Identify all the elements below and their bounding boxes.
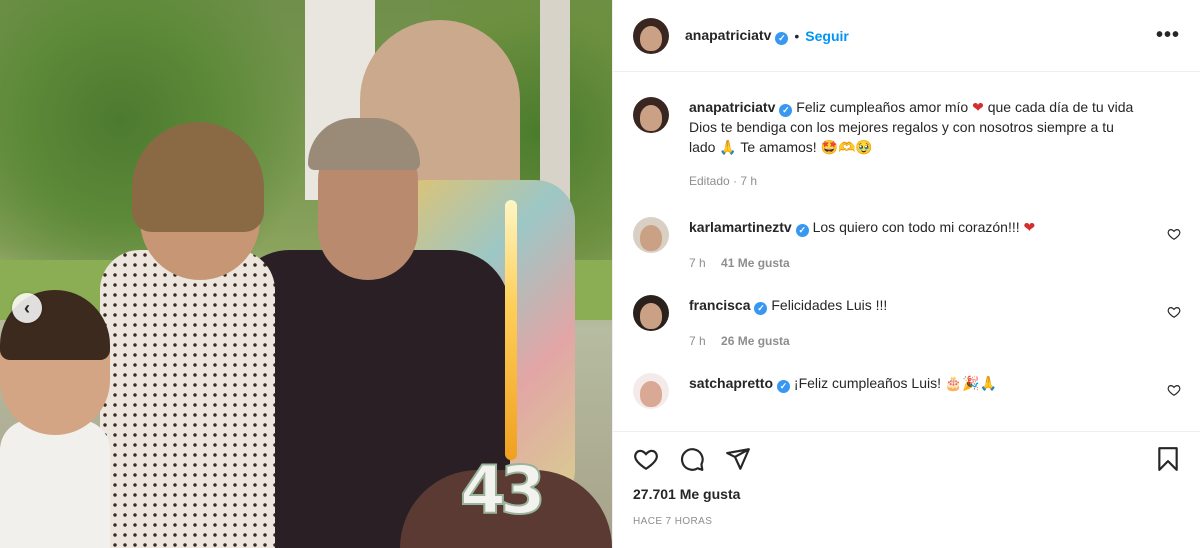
avatar[interactable] xyxy=(633,217,669,253)
comment-emoji: ❤ xyxy=(1023,219,1036,235)
comment-body: satchapretto ✓ ¡Feliz cumpleaños Luis! 🎂🎉… xyxy=(689,373,1181,409)
red-heart-emoji: ❤ xyxy=(972,99,984,115)
avatar[interactable] xyxy=(633,373,669,409)
like-count[interactable]: 27.701 Me gusta xyxy=(633,486,1181,502)
comment-text: ¡Feliz cumpleaños Luis! xyxy=(793,375,941,391)
caption-body: anapatriciatv ✓ Feliz cumpleaños amor mío… xyxy=(689,97,1181,191)
verified-badge-icon: ✓ xyxy=(795,224,809,237)
caption-text: Feliz cumpleaños amor mío xyxy=(796,99,969,115)
verified-badge-icon: ✓ xyxy=(775,31,789,45)
avatar-face xyxy=(640,381,662,407)
previous-photo-button[interactable]: ‹ xyxy=(12,293,42,323)
comment-emoji: 🎂🎉🙏 xyxy=(944,375,998,391)
post-caption: anapatriciatv ✓ Feliz cumpleaños amor mío… xyxy=(633,73,1181,191)
comment-meta: 7 h 41 Me gusta xyxy=(689,253,1141,273)
verified-badge-icon: ✓ xyxy=(777,380,791,393)
username-text: anapatriciatv xyxy=(685,26,772,43)
comment-username[interactable]: karlamartineztv ✓ xyxy=(689,219,809,237)
username-text: anapatriciatv xyxy=(689,99,776,115)
more-options-icon[interactable]: ••• xyxy=(1156,24,1180,47)
post-timestamp[interactable]: HACE 7 HORAS xyxy=(633,516,1181,527)
photo-person xyxy=(0,420,110,548)
comment-likes[interactable]: 26 Me gusta xyxy=(721,334,790,348)
comment-username[interactable]: francisca ✓ xyxy=(689,297,768,315)
photo-sparkler xyxy=(505,200,517,460)
caption-meta: Editado · 7 h xyxy=(689,171,1141,191)
username-text: francisca xyxy=(689,297,751,313)
post-photo[interactable]: 43 xyxy=(0,0,612,548)
separator-dot: • xyxy=(794,27,800,44)
comment-username[interactable]: satchapretto ✓ xyxy=(689,375,791,393)
chevron-left-icon: ‹ xyxy=(24,297,30,318)
comment-item: francisca ✓ Felicidades Luis !!! 7 h 26 M… xyxy=(633,295,1181,351)
comment-meta: 7 h 26 Me gusta xyxy=(689,331,1141,351)
comment-item: karlamartineztv ✓ Los quiero con todo mi … xyxy=(633,217,1181,273)
comment-time: 7 h xyxy=(689,334,706,348)
comment-time: 7 h xyxy=(689,256,706,270)
avatar-face xyxy=(640,105,662,131)
verified-badge-icon: ✓ xyxy=(754,302,768,315)
avatar[interactable] xyxy=(633,295,669,331)
username-text: karlamartineztv xyxy=(689,219,792,235)
candle-number: 43 xyxy=(459,451,547,530)
caption-time: Editado · 7 h xyxy=(689,174,758,188)
heart-outline-icon[interactable] xyxy=(1167,305,1181,319)
post-author-username[interactable]: anapatriciatv ✓ xyxy=(685,26,789,45)
comment-text: Felicidades Luis !!! xyxy=(771,297,888,313)
post-actions: 27.701 Me gusta HACE 7 HORAS xyxy=(613,431,1200,527)
comment-body: karlamartineztv ✓ Los quiero con todo mi … xyxy=(689,217,1181,273)
avatar[interactable] xyxy=(633,97,669,133)
post-header: anapatriciatv ✓ • Seguir ••• xyxy=(613,0,1200,72)
bookmark-icon[interactable] xyxy=(1155,446,1181,472)
avatar-face xyxy=(640,303,662,329)
avatar[interactable] xyxy=(633,17,669,54)
post-detail-panel: anapatriciatv ✓ • Seguir ••• anapatriciat… xyxy=(612,0,1200,548)
username-text: satchapretto xyxy=(689,375,774,391)
comment-bubble-icon[interactable] xyxy=(679,446,705,472)
verified-badge-icon: ✓ xyxy=(779,104,793,117)
heart-outline-icon[interactable] xyxy=(633,446,659,472)
follow-button[interactable]: Seguir xyxy=(805,28,849,44)
comment-body: francisca ✓ Felicidades Luis !!! 7 h 26 M… xyxy=(689,295,1181,351)
caption-username[interactable]: anapatriciatv ✓ xyxy=(689,99,793,117)
heart-outline-icon[interactable] xyxy=(1167,227,1181,241)
action-icons-row xyxy=(633,432,1181,486)
comment-likes[interactable]: 41 Me gusta xyxy=(721,256,790,270)
avatar-face xyxy=(640,225,662,251)
paper-plane-icon[interactable] xyxy=(725,446,751,472)
photo-person xyxy=(100,250,275,548)
avatar-face xyxy=(640,25,662,52)
comment-item: satchapretto ✓ ¡Feliz cumpleaños Luis! 🎂🎉… xyxy=(633,373,1181,409)
comment-text: Los quiero con todo mi corazón!!! xyxy=(812,219,1020,235)
comments-list[interactable]: anapatriciatv ✓ Feliz cumpleaños amor mío… xyxy=(613,73,1200,431)
heart-outline-icon[interactable] xyxy=(1167,383,1181,397)
